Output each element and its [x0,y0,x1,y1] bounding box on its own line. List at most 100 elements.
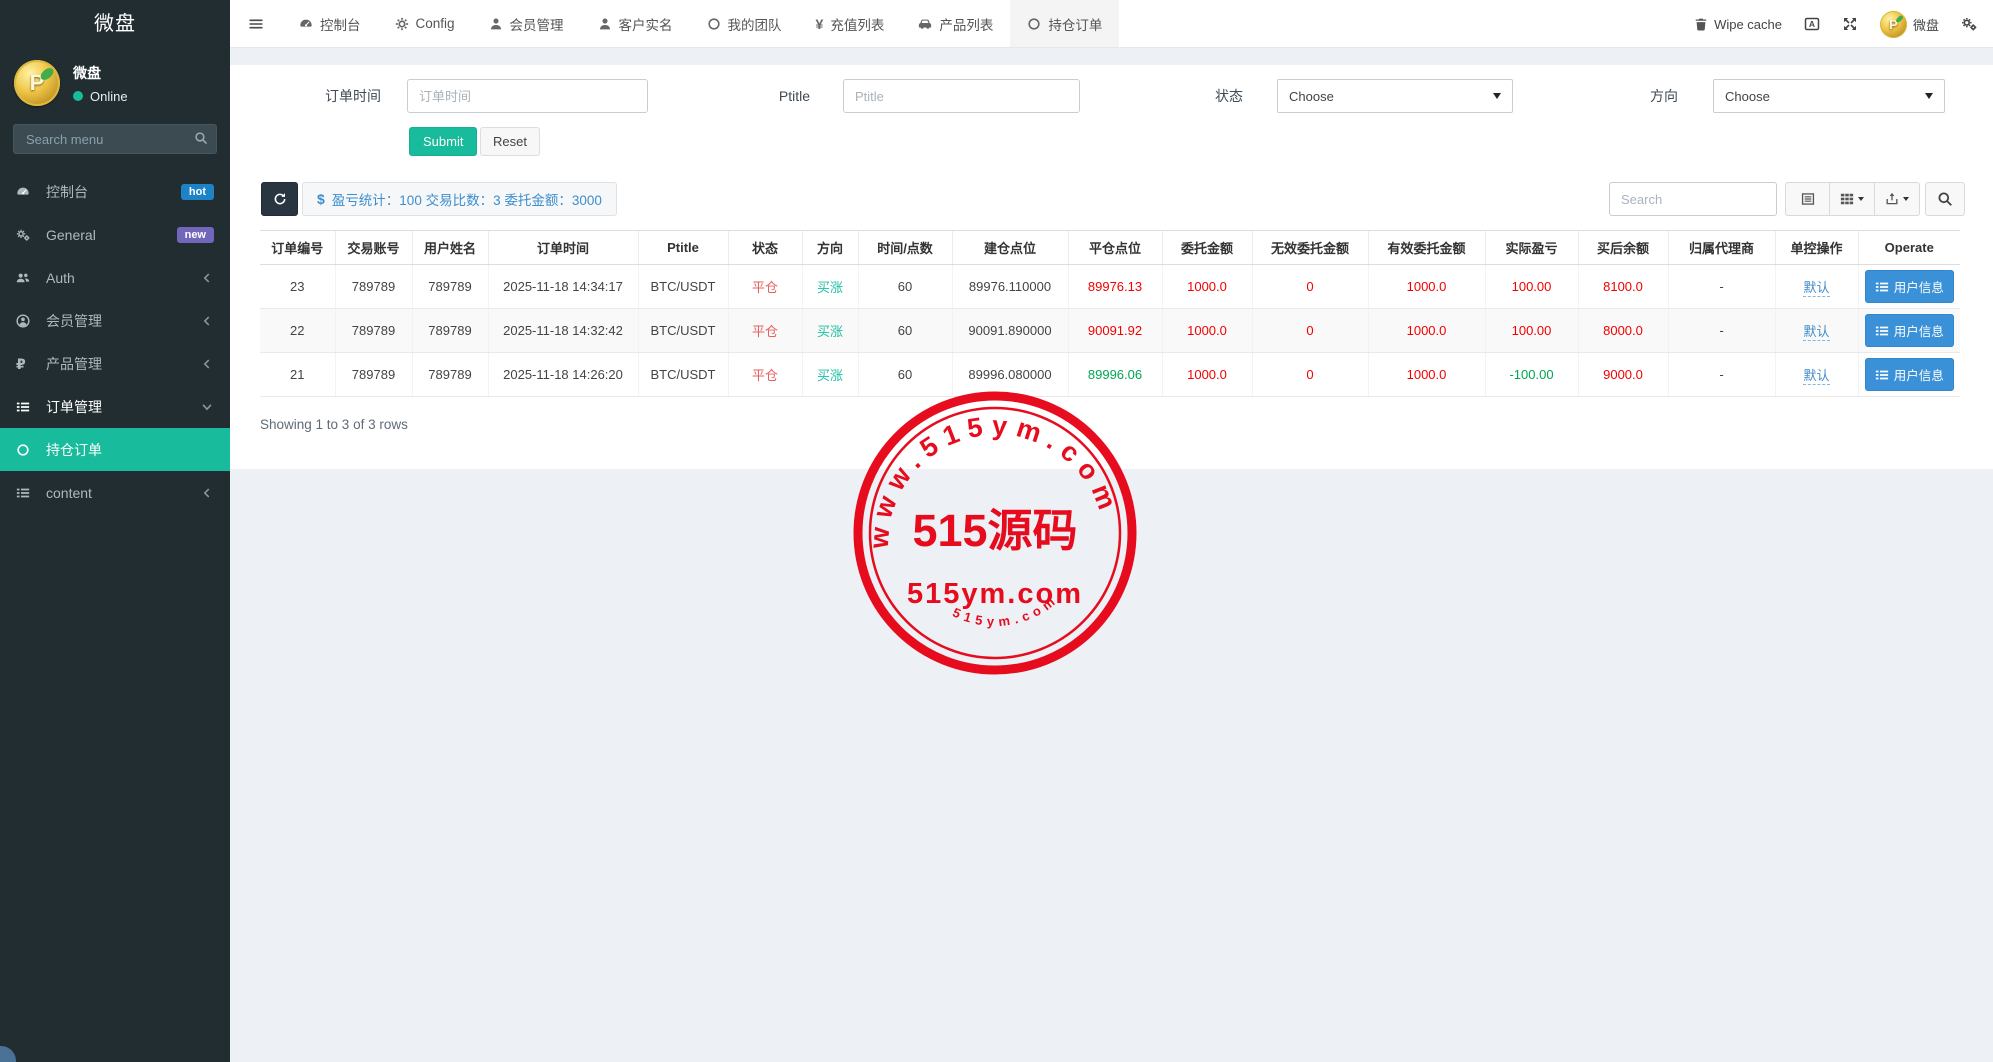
reset-button[interactable]: Reset [480,127,540,156]
user-name: 微盘 [73,63,128,83]
column-header-实际盈亏[interactable]: 实际盈亏 [1485,231,1578,265]
column-header-建仓点位[interactable]: 建仓点位 [952,231,1068,265]
sidebar-item-content[interactable]: content [0,471,230,514]
list-icon [1875,368,1889,382]
cell: 789789 [412,265,488,309]
tab-客户实名[interactable]: 客户实名 [581,0,690,47]
list-icon [1875,280,1889,294]
cell: 平仓 [728,265,802,309]
columns-button[interactable] [1830,182,1875,216]
column-header-用户姓名[interactable]: 用户姓名 [412,231,488,265]
page: 微盘 P 微盘 Online 控制台 hot General new [0,0,1993,1062]
column-header-Ptitle[interactable]: Ptitle [638,231,728,265]
tab-充值列表[interactable]: ¥ 充值列表 [799,0,902,47]
direction-select[interactable]: Choose [1713,79,1945,113]
column-header-订单时间[interactable]: 订单时间 [488,231,638,265]
cell: 0 [1252,353,1368,397]
search-icon[interactable] [194,131,208,145]
tab-会员管理[interactable]: 会员管理 [472,0,581,47]
column-header-状态[interactable]: 状态 [728,231,802,265]
ptitle-input[interactable] [843,79,1080,113]
cell: 2025-11-18 14:26:20 [488,353,638,397]
column-header-订单编号[interactable]: 订单编号 [260,231,335,265]
column-header-交易账号[interactable]: 交易账号 [335,231,412,265]
sidebar-item-会员管理[interactable]: 会员管理 [0,299,230,342]
cell: 1000.0 [1162,309,1252,353]
column-header-平仓点位[interactable]: 平仓点位 [1068,231,1162,265]
cell: 2025-11-18 14:34:17 [488,265,638,309]
single-control-link[interactable]: 默认 [1803,280,1829,297]
sidebar-item-Auth[interactable]: Auth [0,256,230,299]
chevron-left-icon [200,314,214,328]
settings-gears-icon[interactable] [1961,16,1977,32]
hamburger-icon[interactable] [230,0,282,47]
fullscreen-icon[interactable] [1842,16,1858,32]
column-header-无效委托金额[interactable]: 无效委托金额 [1252,231,1368,265]
detail-view-button[interactable] [1785,182,1830,216]
table-search-input[interactable] [1609,182,1777,216]
sidebar-item-持仓订单[interactable]: 持仓订单 [0,428,230,471]
cell: 100.00 [1485,265,1578,309]
status-select[interactable]: Choose [1277,79,1513,113]
cell: 789789 [335,353,412,397]
user-panel: P 微盘 Online [0,48,230,116]
wipe-cache-button[interactable]: Wipe cache [1694,17,1782,32]
column-header-时间/点数[interactable]: 时间/点数 [858,231,952,265]
cell: 默认 [1775,309,1858,353]
cell: 1000.0 [1162,353,1252,397]
sidebar-search-input[interactable] [13,124,217,154]
sidebar-item-General[interactable]: General new [0,213,230,256]
sidebar-item-控制台[interactable]: 控制台 hot [0,170,230,213]
user-circle-icon [16,314,41,328]
user-info-button[interactable]: 用户信息 [1865,314,1954,347]
submit-button[interactable]: Submit [409,127,477,156]
app-title[interactable]: 微盘 [0,0,230,48]
export-button[interactable] [1875,182,1920,216]
tab-Config[interactable]: Config [378,0,472,47]
tab-控制台[interactable]: 控制台 [282,0,378,47]
detail-view-icon [1801,192,1815,206]
sidebar: 微盘 P 微盘 Online 控制台 hot General new [0,0,230,1062]
main-area: 控制台 Config 会员管理 客户实名 我的团队 ¥ 充值列表 产品列表 持仓… [230,0,1993,1062]
refresh-button[interactable] [261,182,298,216]
badge-hot: hot [181,184,214,200]
column-header-买后余额[interactable]: 买后余额 [1578,231,1668,265]
user-icon [489,17,503,31]
column-header-有效委托金额[interactable]: 有效委托金额 [1368,231,1485,265]
grid-columns-icon [1840,192,1854,206]
table-search-button[interactable] [1925,182,1965,216]
column-header-方向[interactable]: 方向 [802,231,858,265]
cell: BTC/USDT [638,265,728,309]
chevron-down-icon [200,400,214,414]
tab-持仓订单[interactable]: 持仓订单 [1010,0,1119,47]
cell: 0 [1252,265,1368,309]
column-header-委托金额[interactable]: 委托金额 [1162,231,1252,265]
cell: BTC/USDT [638,353,728,397]
column-header-归属代理商[interactable]: 归属代理商 [1668,231,1775,265]
direction-select-value: Choose [1725,89,1925,104]
single-control-link[interactable]: 默认 [1803,368,1829,385]
user-info-button[interactable]: 用户信息 [1865,358,1954,391]
caret-down-icon [1925,93,1933,99]
cell: 用户信息 [1858,265,1960,309]
sidebar-item-订单管理[interactable]: 订单管理 [0,385,230,428]
column-header-单控操作[interactable]: 单控操作 [1775,231,1858,265]
navbar-user-name: 微盘 [1913,15,1939,34]
yen-icon: ¥ [816,17,824,31]
user-info-button[interactable]: 用户信息 [1865,270,1954,303]
avatar-letter: P [30,70,45,96]
navbar-user[interactable]: P 微盘 [1880,11,1939,38]
language-icon[interactable]: A [1804,16,1820,32]
cell: 1000.0 [1368,265,1485,309]
trash-icon [1694,17,1708,31]
order-time-input[interactable] [407,79,648,113]
status-select-value: Choose [1289,89,1493,104]
tab-产品列表[interactable]: 产品列表 [901,0,1010,47]
cell: 用户信息 [1858,353,1960,397]
column-header-Operate[interactable]: Operate [1858,231,1960,265]
sidebar-item-产品管理[interactable]: ₽ 产品管理 [0,342,230,385]
chevron-left-icon [200,486,214,500]
single-control-link[interactable]: 默认 [1803,324,1829,341]
tab-我的团队[interactable]: 我的团队 [690,0,799,47]
cell: 买涨 [802,353,858,397]
